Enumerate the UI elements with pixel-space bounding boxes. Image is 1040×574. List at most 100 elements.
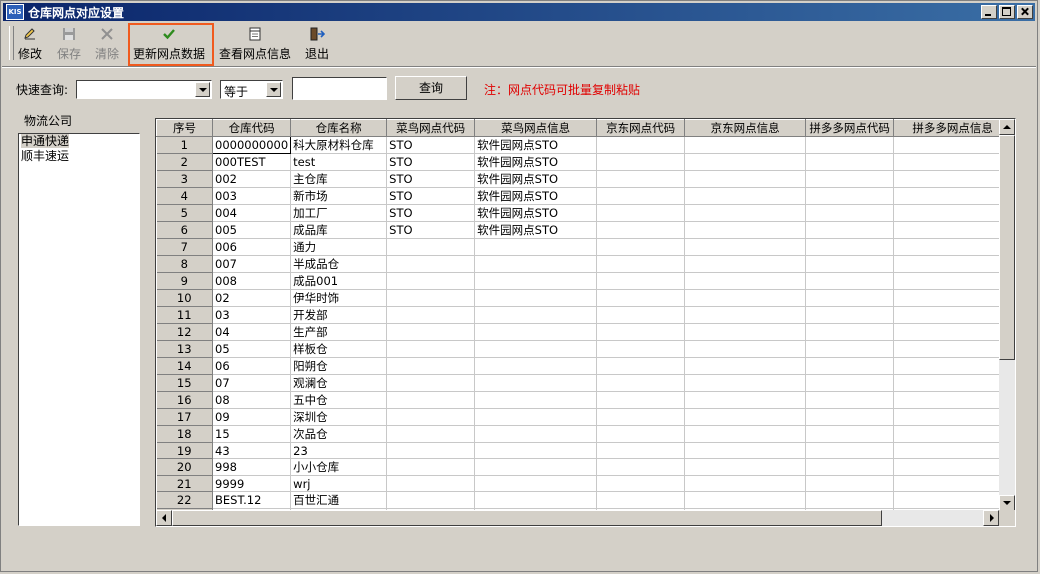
- grid-cell[interactable]: [596, 136, 686, 154]
- grid-cell[interactable]: [684, 221, 807, 239]
- column-header[interactable]: 京东网点代码: [596, 119, 686, 137]
- query-button[interactable]: 查询: [395, 76, 467, 100]
- grid-cell[interactable]: 004: [212, 204, 292, 222]
- grid-cell[interactable]: [474, 340, 598, 358]
- grid-cell[interactable]: 008: [212, 272, 292, 290]
- grid-cell[interactable]: [805, 408, 895, 426]
- grid-cell[interactable]: [474, 357, 598, 375]
- grid-cell[interactable]: [805, 323, 895, 341]
- grid-cell[interactable]: [805, 491, 895, 509]
- vertical-scroll-thumb[interactable]: [999, 135, 1015, 360]
- grid-cell[interactable]: [474, 374, 598, 392]
- grid-cell[interactable]: 软件园网点STO: [474, 221, 598, 239]
- grid-cell[interactable]: [893, 289, 1013, 307]
- grid-cell[interactable]: [684, 340, 807, 358]
- grid-cell[interactable]: [805, 357, 895, 375]
- scroll-left-arrow-icon[interactable]: [156, 510, 172, 526]
- grid-cell[interactable]: [684, 255, 807, 273]
- grid-cell[interactable]: [684, 136, 807, 154]
- grid-cell[interactable]: [596, 374, 686, 392]
- grid-cell[interactable]: [386, 340, 476, 358]
- grid-cell[interactable]: 23: [290, 442, 388, 459]
- grid-cell[interactable]: 006: [212, 238, 292, 256]
- grid-cell[interactable]: wrj: [290, 475, 388, 492]
- grid-cell[interactable]: 主仓库: [290, 170, 388, 188]
- column-header[interactable]: 菜鸟网点代码: [386, 119, 476, 137]
- grid-cell[interactable]: [805, 374, 895, 392]
- logistics-item-sf[interactable]: 顺丰速运: [21, 149, 69, 163]
- grid-cell[interactable]: [684, 272, 807, 290]
- grid-cell[interactable]: [596, 425, 686, 443]
- grid-cell[interactable]: 03: [212, 306, 292, 324]
- grid-cell[interactable]: [386, 458, 476, 476]
- horizontal-scrollbar[interactable]: [156, 510, 1015, 526]
- scroll-down-arrow-icon[interactable]: [999, 495, 1015, 511]
- column-header[interactable]: 序号: [156, 119, 213, 137]
- grid-cell[interactable]: [684, 204, 807, 222]
- column-header[interactable]: 仓库名称: [290, 119, 388, 137]
- grid-cell[interactable]: [893, 323, 1013, 341]
- grid-cell[interactable]: test: [290, 153, 388, 171]
- grid-cell[interactable]: [893, 238, 1013, 256]
- grid-cell[interactable]: [474, 289, 598, 307]
- grid-cell[interactable]: [805, 153, 895, 171]
- grid-cell[interactable]: [596, 357, 686, 375]
- grid-cell[interactable]: [805, 204, 895, 222]
- grid-cell[interactable]: [684, 323, 807, 341]
- view-outlet-info-button[interactable]: 查看网点信息: [219, 25, 291, 65]
- grid-cell[interactable]: [474, 306, 598, 324]
- column-header[interactable]: 京东网点信息: [684, 119, 807, 137]
- grid-cell[interactable]: 阳朔仓: [290, 357, 388, 375]
- grid-cell[interactable]: 软件园网点STO: [474, 204, 598, 222]
- column-header[interactable]: 拼多多网点信息: [893, 119, 1013, 137]
- grid-cell[interactable]: [474, 238, 598, 256]
- grid-cell[interactable]: 09: [212, 408, 292, 426]
- grid-cell[interactable]: [684, 408, 807, 426]
- operator-dropdown[interactable]: 等于: [220, 80, 283, 99]
- grid-cell[interactable]: [596, 408, 686, 426]
- grid-cell[interactable]: [386, 289, 476, 307]
- minimize-button[interactable]: [981, 5, 997, 19]
- grid-cell[interactable]: [893, 340, 1013, 358]
- grid-cell[interactable]: 样板仓: [290, 340, 388, 358]
- grid-cell[interactable]: [805, 306, 895, 324]
- grid-cell[interactable]: [893, 374, 1013, 392]
- grid-cell[interactable]: [474, 475, 598, 492]
- grid-cell[interactable]: [805, 238, 895, 256]
- grid-cell[interactable]: STO: [386, 204, 476, 222]
- grid-cell[interactable]: [893, 408, 1013, 426]
- grid-cell[interactable]: [386, 357, 476, 375]
- grid-cell[interactable]: [596, 170, 686, 188]
- grid-cell[interactable]: [684, 475, 807, 492]
- table-row[interactable]: 1 0000000000 科大原材料仓库 STO 软件园网点STO: [156, 136, 1013, 154]
- grid-cell[interactable]: [596, 340, 686, 358]
- grid-cell[interactable]: [386, 306, 476, 324]
- grid-cell[interactable]: [596, 255, 686, 273]
- search-field-dropdown[interactable]: [76, 80, 212, 99]
- table-row[interactable]: 8 007 半成品仓: [156, 255, 1013, 273]
- grid-cell[interactable]: [893, 442, 1013, 459]
- table-row[interactable]: 18 15 次品仓: [156, 425, 1013, 443]
- grid-cell[interactable]: 9999: [212, 475, 292, 492]
- grid-cell[interactable]: [386, 442, 476, 459]
- column-header[interactable]: 菜鸟网点信息: [474, 119, 598, 137]
- grid-cell[interactable]: [474, 408, 598, 426]
- grid-cell[interactable]: 998: [212, 458, 292, 476]
- grid-cell[interactable]: [474, 391, 598, 409]
- grid-cell[interactable]: [596, 391, 686, 409]
- grid-cell[interactable]: [386, 391, 476, 409]
- grid-cell[interactable]: 43: [212, 442, 292, 459]
- logistics-item-sto[interactable]: 申通快递: [21, 134, 70, 148]
- grid-cell[interactable]: [596, 238, 686, 256]
- grid-cell[interactable]: [805, 442, 895, 459]
- grid-cell[interactable]: [893, 357, 1013, 375]
- grid-cell[interactable]: STO: [386, 170, 476, 188]
- grid-cell[interactable]: [893, 475, 1013, 492]
- grid-cell[interactable]: 07: [212, 374, 292, 392]
- grid-cell[interactable]: [893, 170, 1013, 188]
- grid-cell[interactable]: [386, 425, 476, 443]
- grid-cell[interactable]: [893, 458, 1013, 476]
- grid-cell[interactable]: 02: [212, 289, 292, 307]
- grid-cell[interactable]: STO: [386, 221, 476, 239]
- grid-cell[interactable]: [386, 238, 476, 256]
